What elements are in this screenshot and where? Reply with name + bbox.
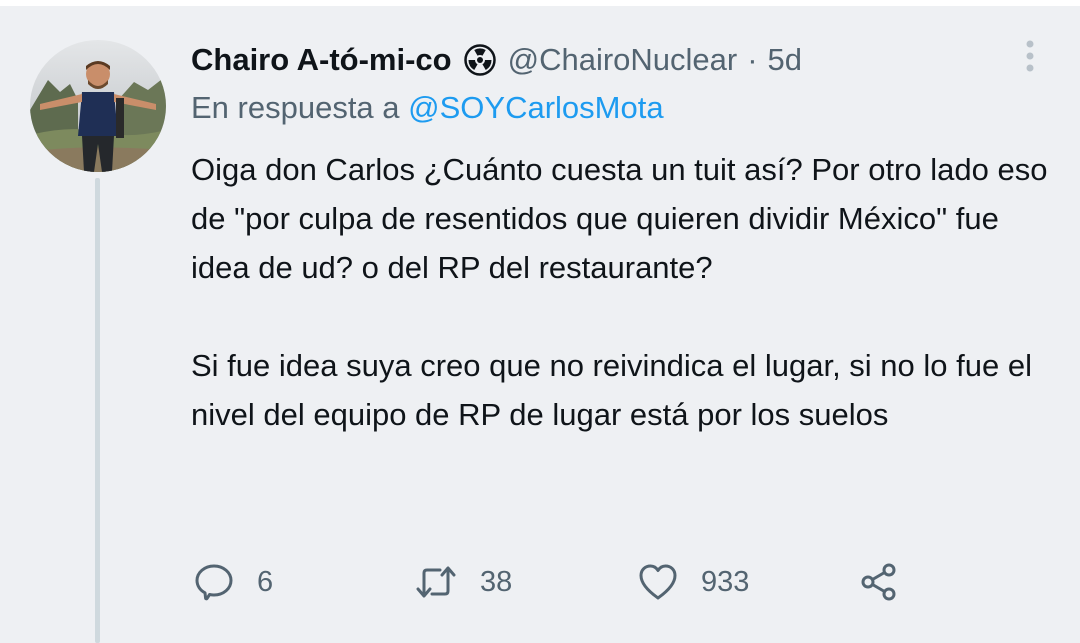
like-button[interactable]: 933 (637, 560, 749, 604)
share-button[interactable] (858, 560, 900, 604)
retweet-icon (416, 566, 456, 598)
reply-context: En respuesta a @SOYCarlosMota (191, 90, 664, 126)
tweet-paragraph: Si fue idea suya creo que no reivindica … (191, 348, 1032, 432)
reply-icon (195, 564, 233, 601)
display-name[interactable]: Chairo A-tó-mi-co (191, 42, 452, 78)
timestamp[interactable]: 5d (768, 42, 802, 78)
like-count: 933 (701, 565, 750, 598)
tweet-paragraph: Oiga don Carlos ¿Cuánto cuesta un tuit a… (191, 152, 1048, 285)
reply-count: 6 (257, 565, 274, 598)
reply-button[interactable]: 6 (193, 560, 273, 604)
separator-dot: · (747, 42, 758, 77)
thread-line (95, 178, 100, 643)
radioactive-icon (463, 44, 496, 76)
reply-handle-link[interactable]: @SOYCarlosMota (408, 90, 663, 125)
tweet-header: Chairo A-tó-mi-co @ChairoNuclear · 5d (191, 38, 802, 82)
tweet-text: Oiga don Carlos ¿Cuánto cuesta un tuit a… (191, 145, 1051, 439)
retweet-count: 38 (480, 565, 513, 598)
reply-prefix: En respuesta a (191, 90, 400, 125)
share-icon (861, 563, 896, 601)
avatar[interactable] (30, 40, 166, 172)
retweet-button[interactable]: 38 (414, 560, 512, 604)
more-options-icon[interactable] (1020, 38, 1040, 74)
heart-icon (639, 564, 677, 600)
avatar-photo (30, 40, 166, 172)
user-handle[interactable]: @ChairoNuclear (508, 42, 738, 78)
top-divider (0, 0, 1080, 6)
